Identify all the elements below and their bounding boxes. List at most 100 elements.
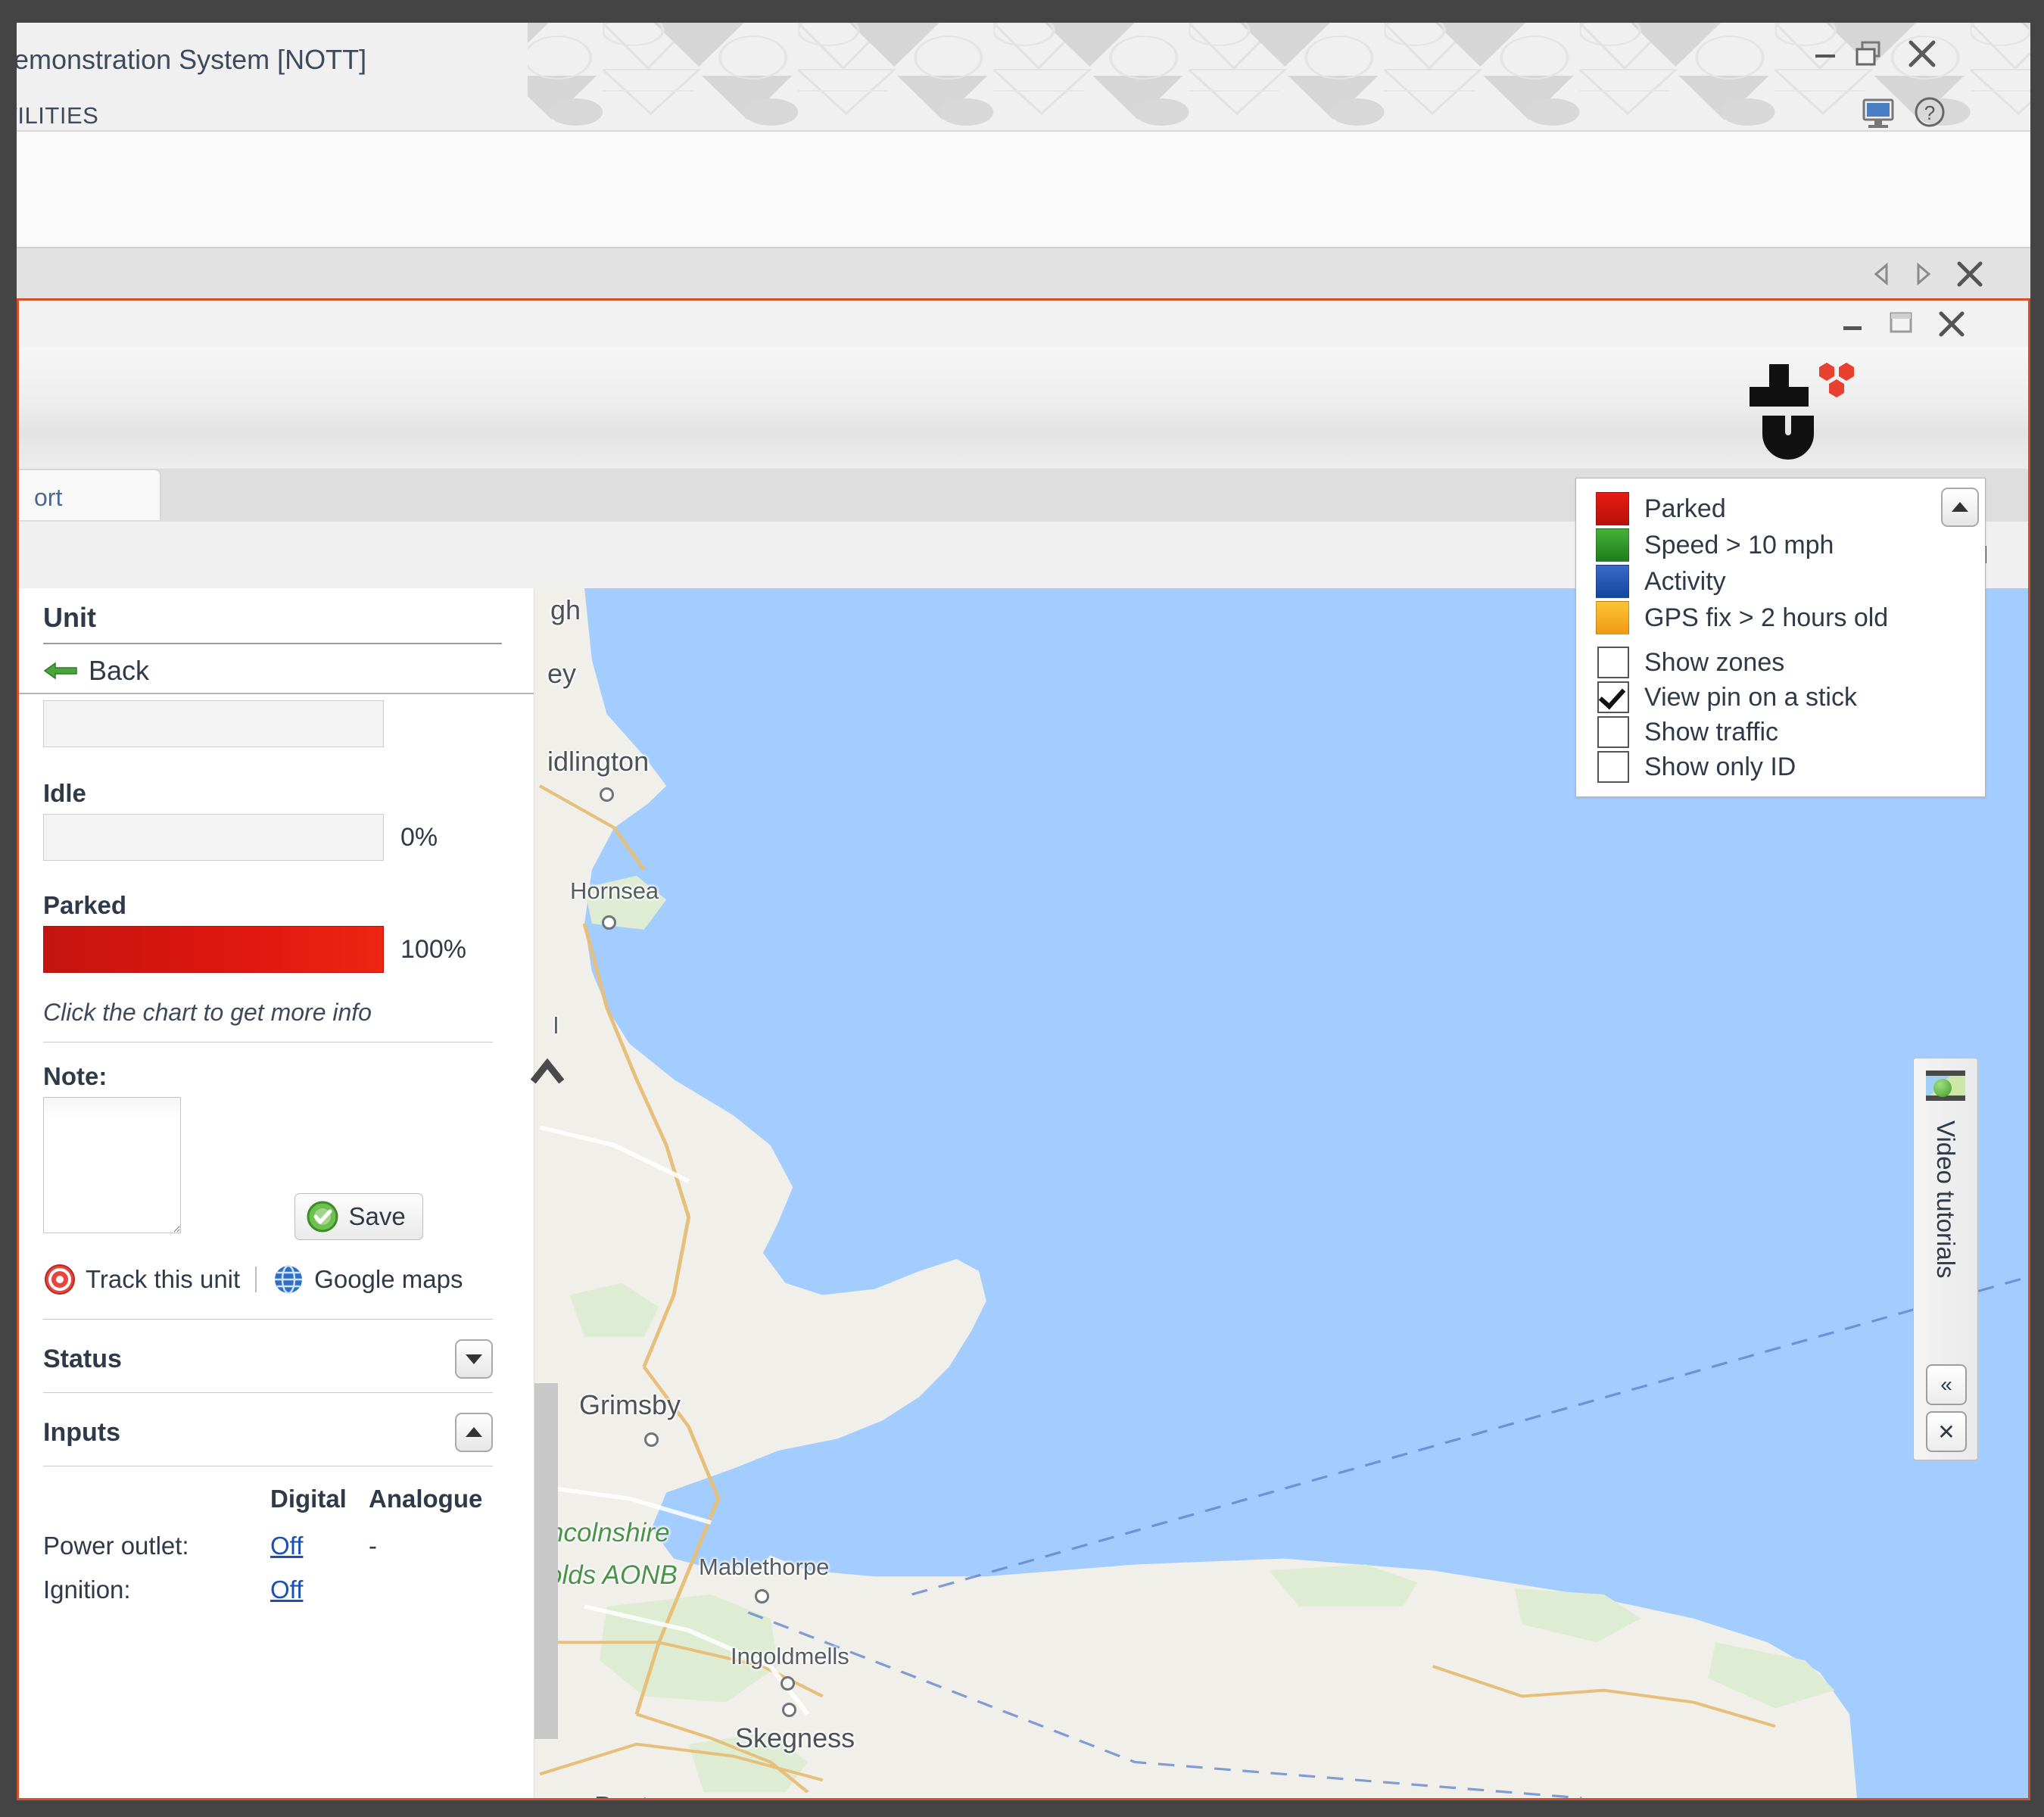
chevron-down-icon[interactable] (455, 1339, 493, 1379)
brand-logo (1750, 363, 1854, 460)
next-arrow-icon[interactable] (1908, 259, 1938, 289)
note-label: Note: (43, 1062, 107, 1090)
legend-label: View pin on a stick (1644, 682, 1857, 712)
legend-checkbox-show-only-id[interactable]: Show only ID (1576, 750, 1985, 784)
target-icon (45, 1264, 75, 1295)
child-window-titlebar (19, 301, 2028, 348)
video-tutorials-label-wrap: Video tutorials (1914, 1120, 1977, 1393)
collapse-button[interactable]: « (1926, 1364, 1967, 1405)
checkbox-show-zones[interactable] (1597, 647, 1629, 678)
metric-bar (43, 700, 384, 747)
input-analogue (369, 1568, 493, 1612)
chevron-up-icon[interactable] (455, 1413, 493, 1452)
checkbox-view-pin-on-a-stick[interactable] (1597, 681, 1629, 713)
legend-checkbox-show-zones[interactable]: Show zones (1576, 645, 1985, 680)
chevron-up-icon[interactable] (530, 1050, 565, 1099)
legend-swatch (1596, 565, 1629, 598)
map-child-window: ort Add zone Add POI (17, 298, 2030, 1800)
application-title: Demonstration System [NOTT] (17, 44, 367, 75)
close-icon[interactable] (1934, 307, 1969, 341)
legend-row-parked: Parked (1576, 491, 1985, 527)
inputs-table: Digital Analogue Power outlet: Off - Ign… (43, 1485, 493, 1612)
brand-banner (19, 348, 2028, 469)
maximize-icon[interactable] (1884, 307, 1918, 340)
metric-bar-idle[interactable] (43, 814, 384, 861)
unit-action-links: Track this unit Google maps (43, 1263, 493, 1296)
unit-detail-panel: Idle 0% Parked 100% Click the chart to g… (19, 588, 534, 1798)
prev-arrow-icon[interactable] (1867, 259, 1897, 289)
divider (43, 1042, 493, 1043)
section-label-inputs: Inputs (43, 1417, 120, 1447)
globe-icon (275, 1264, 303, 1295)
track-this-unit-label: Track this unit (86, 1265, 241, 1293)
menu-bar-utilities[interactable]: TILITIES (17, 102, 98, 129)
video-tutorials-panel[interactable]: Video tutorials « ✕ (1913, 1058, 1978, 1460)
metric-label-parked: Parked (43, 891, 127, 919)
legend-row-activity: Activity (1576, 563, 1985, 600)
track-this-unit-button[interactable]: Track this unit (43, 1263, 240, 1296)
table-header-row: Digital Analogue (43, 1485, 493, 1524)
input-digital[interactable]: Off (270, 1524, 369, 1568)
section-header-inputs[interactable]: Inputs (43, 1413, 493, 1452)
close-icon[interactable] (1905, 36, 1940, 71)
legend-checkbox-show-traffic[interactable]: Show traffic (1576, 715, 1985, 750)
application-window: Demonstration System [NOTT] TILITIES (17, 23, 2030, 1800)
checkbox-show-only-id[interactable] (1597, 751, 1629, 783)
chart-hint: Click the chart to get more info (43, 999, 372, 1026)
legend-label: Show zones (1644, 647, 1785, 677)
metric-bar-parked[interactable] (43, 926, 384, 973)
legend-label: Parked (1644, 494, 1726, 523)
video-tutorials-label: Video tutorials (1932, 1120, 1960, 1279)
link-separator (255, 1267, 257, 1292)
back-button[interactable]: Back (43, 655, 149, 687)
help-icon[interactable]: ? (1912, 95, 1947, 129)
note-input[interactable] (43, 1097, 181, 1233)
table-row: Ignition: Off (43, 1568, 493, 1612)
legend-spacer (1576, 636, 1985, 645)
legend-label: Show traffic (1644, 717, 1779, 746)
column-header-name (43, 1485, 270, 1524)
legend-row-speed: Speed > 10 mph (1576, 527, 1985, 563)
unit-overlay-header: Unit Back (19, 590, 534, 694)
checkbox-show-traffic[interactable] (1597, 716, 1629, 748)
chevron-up-icon[interactable] (1941, 488, 1979, 527)
restore-icon[interactable] (1853, 38, 1887, 71)
column-header-digital: Digital (270, 1485, 347, 1513)
metric-row-parked: Parked 100% (43, 891, 493, 973)
legend-swatch (1596, 528, 1629, 562)
column-header-analogue: Analogue (369, 1485, 483, 1513)
section-header-status[interactable]: Status (43, 1339, 493, 1379)
unit-detail-scroll[interactable]: Idle 0% Parked 100% Click the chart to g… (19, 588, 534, 1798)
back-arrow-icon (43, 662, 77, 680)
input-analogue: - (369, 1532, 377, 1560)
input-digital-link[interactable]: Off (270, 1532, 303, 1560)
video-icon (1926, 1071, 1965, 1101)
legend-row-gpsfix: GPS fix > 2 hours old (1576, 600, 1985, 636)
input-digital[interactable]: Off (270, 1568, 369, 1612)
map-place-dot (644, 1432, 659, 1447)
panel-scrollbar[interactable] (532, 1383, 558, 1739)
metric-value-parked: 100% (400, 934, 466, 964)
monitor-icon[interactable] (1861, 98, 1896, 129)
tab-report[interactable]: ort (19, 470, 160, 520)
metric-row-idle: Idle 0% (43, 779, 493, 861)
input-digital-link[interactable]: Off (270, 1575, 303, 1604)
back-label: Back (89, 655, 150, 686)
save-button[interactable]: Save (294, 1193, 423, 1240)
check-circle-icon (307, 1201, 338, 1233)
legend-swatch (1596, 492, 1629, 525)
metric-value-idle: 0% (400, 822, 438, 852)
google-maps-button[interactable]: Google maps (272, 1263, 463, 1296)
application-header: Demonstration System [NOTT] TILITIES (17, 23, 2030, 130)
minimize-icon[interactable] (1836, 307, 1869, 340)
save-button-label: Save (348, 1202, 406, 1230)
legend-label: Show only ID (1644, 752, 1796, 781)
map-place-dot (600, 787, 614, 802)
minimize-icon[interactable] (1811, 39, 1841, 70)
close-button[interactable]: ✕ (1926, 1411, 1967, 1452)
legend-label: Activity (1644, 566, 1726, 596)
close-icon[interactable] (1953, 257, 1986, 291)
divider (43, 1319, 493, 1320)
metric-label-idle: Idle (43, 779, 86, 807)
legend-checkbox-view-pin[interactable]: View pin on a stick (1576, 680, 1985, 715)
